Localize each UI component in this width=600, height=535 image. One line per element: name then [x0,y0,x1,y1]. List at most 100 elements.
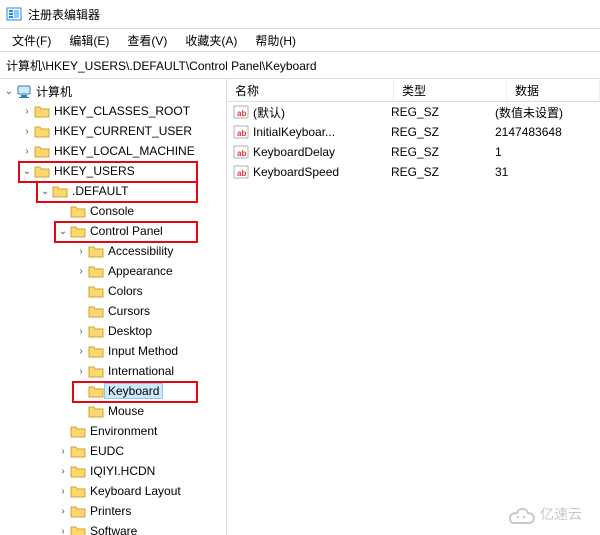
tree-international[interactable]: ›International [74,361,226,381]
list-item[interactable]: ab KeyboardDelay REG_SZ1 [227,142,600,162]
value-name: (默认) [253,104,285,121]
tree-software[interactable]: ›Software [56,521,226,535]
content-area: ⌄ 计算机 › HKEY_CLASSES_ROOT › HKEY_CURRENT… [0,79,600,535]
value-data: 1 [487,145,600,159]
value-data: 31 [487,165,600,179]
tree-environment[interactable]: Environment [56,421,226,441]
menu-favorites[interactable]: 收藏夹(A) [177,30,245,51]
tree-input-method[interactable]: ›Input Method [74,341,226,361]
tree-accessibility[interactable]: ›Accessibility [74,241,226,261]
folder-icon [70,484,86,498]
chevron-right-icon[interactable]: › [56,526,70,535]
tree-control-panel[interactable]: ⌄ Control Panel [56,221,226,241]
tree-hku[interactable]: ⌄ HKEY_USERS [20,161,226,181]
value-rows: ab(默认)REG_SZ(数值未设置)abInitialKeyboar...RE… [227,102,600,182]
menu-help[interactable]: 帮助(H) [247,30,304,51]
watermark: 亿速云 [504,500,594,529]
list-item[interactable]: ab InitialKeyboar... REG_SZ2147483648 [227,122,600,142]
tree-eudc[interactable]: ›EUDC [56,441,226,461]
folder-icon [34,144,50,158]
address-bar[interactable]: 计算机\HKEY_USERS\.DEFAULT\Control Panel\Ke… [0,52,600,79]
svg-text:亿速云: 亿速云 [540,507,582,523]
tree-hkcu[interactable]: › HKEY_CURRENT_USER [20,121,226,141]
value-data: 2147483648 [487,125,600,139]
column-data[interactable]: 数据 [507,80,600,101]
chevron-down-icon[interactable]: ⌄ [38,186,52,197]
tree-root-label: 计算机 [32,82,76,101]
tree-colors[interactable]: Colors [74,281,226,301]
menu-edit[interactable]: 编辑(E) [61,30,117,51]
value-name: KeyboardSpeed [253,165,339,179]
chevron-down-icon[interactable]: ⌄ [56,226,70,237]
chevron-right-icon[interactable]: › [20,106,34,117]
chevron-right-icon[interactable]: › [74,366,88,377]
tree-hkcr[interactable]: › HKEY_CLASSES_ROOT [20,101,226,121]
tree-pane[interactable]: ⌄ 计算机 › HKEY_CLASSES_ROOT › HKEY_CURRENT… [0,79,227,535]
folder-icon [88,284,104,298]
tree-desktop[interactable]: ›Desktop [74,321,226,341]
tree-printers[interactable]: ›Printers [56,501,226,521]
value-data: (数值未设置) [487,104,600,121]
tree-root-computer[interactable]: ⌄ 计算机 [2,81,226,101]
chevron-right-icon[interactable]: › [74,266,88,277]
tree-hklm[interactable]: › HKEY_LOCAL_MACHINE [20,141,226,161]
value-name: InitialKeyboar... [253,125,335,139]
regedit-icon [6,6,22,22]
column-type[interactable]: 类型 [394,80,507,101]
value-type: REG_SZ [383,125,487,139]
tree-iqiyi[interactable]: ›IQIYI.HCDN [56,461,226,481]
folder-icon [88,384,104,398]
chevron-right-icon[interactable]: › [56,466,70,477]
chevron-right-icon[interactable]: › [20,146,34,157]
chevron-right-icon[interactable]: › [74,346,88,357]
menu-bar: 文件(F) 编辑(E) 查看(V) 收藏夹(A) 帮助(H) [0,29,600,52]
address-text: 计算机\HKEY_USERS\.DEFAULT\Control Panel\Ke… [6,57,317,74]
menu-file[interactable]: 文件(F) [4,30,59,51]
column-name[interactable]: 名称 [227,80,394,101]
value-type: REG_SZ [383,105,487,119]
computer-icon [16,84,32,98]
folder-icon [70,524,86,535]
tree-console[interactable]: Console [56,201,226,221]
string-value-icon: ab [233,164,249,180]
value-type: REG_SZ [383,145,487,159]
chevron-right-icon[interactable]: › [74,326,88,337]
folder-icon [88,364,104,378]
folder-icon [88,304,104,318]
chevron-right-icon[interactable]: › [56,446,70,457]
list-header: 名称 类型 数据 [227,79,600,102]
window-title: 注册表编辑器 [28,6,100,23]
chevron-right-icon[interactable]: › [20,126,34,137]
folder-icon [70,204,86,218]
folder-icon [88,344,104,358]
chevron-right-icon[interactable]: › [56,506,70,517]
tree-cursors[interactable]: Cursors [74,301,226,321]
tree-keyboard-layout[interactable]: ›Keyboard Layout [56,481,226,501]
chevron-down-icon[interactable]: ⌄ [20,166,34,177]
svg-text:ab: ab [237,129,246,138]
folder-icon [34,164,50,178]
folder-icon [88,404,104,418]
value-type: REG_SZ [383,165,487,179]
folder-icon [70,224,86,238]
tree-appearance[interactable]: ›Appearance [74,261,226,281]
tree-mouse[interactable]: Mouse [74,401,226,421]
list-item[interactable]: ab KeyboardSpeed REG_SZ31 [227,162,600,182]
folder-icon [70,504,86,518]
folder-icon [88,264,104,278]
list-item[interactable]: ab(默认)REG_SZ(数值未设置) [227,102,600,122]
folder-icon [70,444,86,458]
svg-text:ab: ab [237,149,246,158]
tree-keyboard[interactable]: Keyboard [74,381,226,401]
chevron-down-icon[interactable]: ⌄ [2,86,16,97]
folder-icon [88,244,104,258]
value-list-pane[interactable]: 名称 类型 数据 ab(默认)REG_SZ(数值未设置)abInitialKey… [227,79,600,535]
title-bar: 注册表编辑器 [0,0,600,29]
menu-view[interactable]: 查看(V) [119,30,175,51]
chevron-right-icon[interactable]: › [56,486,70,497]
value-name: KeyboardDelay [253,145,335,159]
chevron-right-icon[interactable]: › [74,246,88,257]
string-value-icon: ab [233,124,249,140]
folder-icon [52,184,68,198]
tree-default[interactable]: ⌄ .DEFAULT [38,181,226,201]
